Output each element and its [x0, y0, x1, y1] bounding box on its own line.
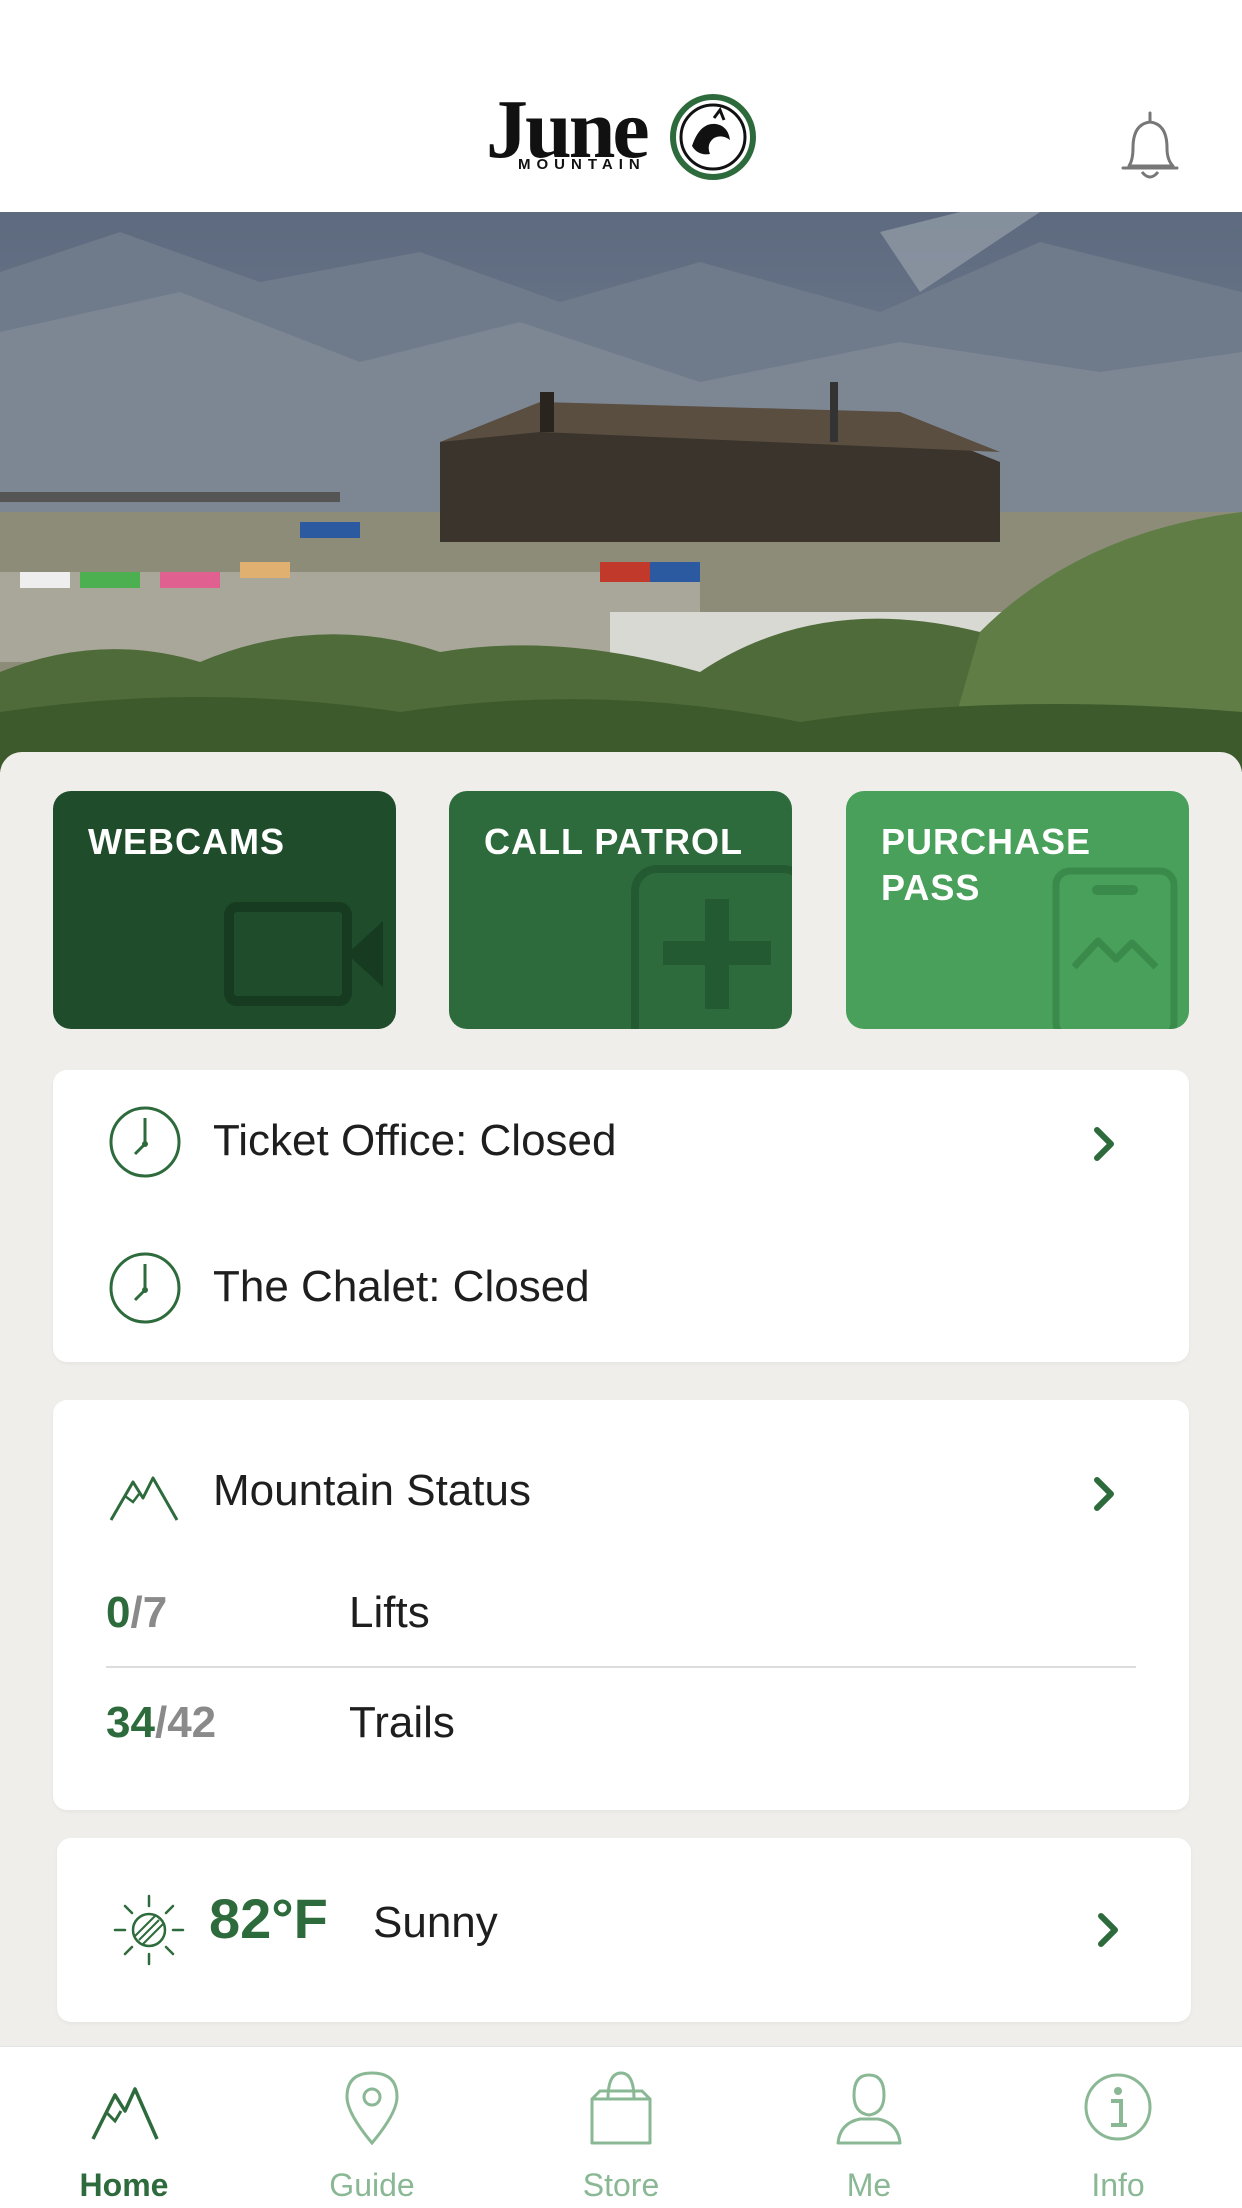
logo-badge-icon — [670, 94, 756, 180]
tab-me[interactable]: Me — [745, 2047, 993, 2208]
mountain-status-card[interactable]: Mountain Status 0/7 Lifts 34/42 Trails — [53, 1400, 1189, 1810]
tab-store-label: Store — [582, 2167, 660, 2203]
bell-icon[interactable] — [1115, 108, 1185, 188]
clock-icon — [109, 1252, 181, 1324]
mountain-status-title: Mountain Status — [213, 1466, 531, 1515]
shopping-bag-icon — [590, 2071, 652, 2145]
webcams-label: WEBCAMS — [88, 821, 285, 862]
hero-photo — [0, 212, 1242, 772]
tab-home-label: Home — [79, 2167, 169, 2203]
tab-me-label: Me — [846, 2167, 892, 2203]
temperature: 82°F — [209, 1887, 328, 1950]
weather-card[interactable]: 82°F Sunny — [57, 1838, 1191, 2022]
webcams-tile[interactable]: WEBCAMS — [53, 791, 396, 1029]
call-patrol-tile[interactable]: CALL PATROL — [449, 791, 792, 1029]
person-icon — [836, 2073, 902, 2145]
hours-card: Ticket Office: Closed The Chalet: Closed — [53, 1070, 1189, 1362]
ticket-office-row[interactable]: Ticket Office: Closed — [53, 1070, 1189, 1216]
trails-open-count: 34 — [106, 1698, 155, 1747]
bottom-tab-bar: Home Guide Store Me Info — [0, 2046, 1242, 2208]
chalet-label: The Chalet: Closed — [213, 1262, 590, 1311]
chevron-right-icon[interactable] — [1089, 1124, 1119, 1164]
weather-condition: Sunny — [373, 1898, 498, 1947]
phone-pass-icon — [1052, 867, 1178, 1029]
lifts-open-count: 0 — [106, 1588, 131, 1637]
purchase-pass-tile[interactable]: PURCHASE PASS — [846, 791, 1189, 1029]
tab-info[interactable]: Info — [994, 2047, 1242, 2208]
tab-guide[interactable]: Guide — [248, 2047, 496, 2208]
clock-icon — [109, 1106, 181, 1178]
info-icon — [1084, 2073, 1152, 2141]
tab-info-label: Info — [1091, 2167, 1145, 2203]
divider — [106, 1666, 1136, 1668]
mountain-icon — [91, 2087, 159, 2140]
trails-total-count: 42 — [167, 1698, 217, 1747]
lifts-total-count: 7 — [142, 1588, 168, 1637]
chevron-right-icon[interactable] — [1089, 1474, 1119, 1514]
trails-label: Trails — [349, 1698, 455, 1747]
call-patrol-label: CALL PATROL — [484, 821, 743, 862]
lifts-count: 0/7 — [106, 1588, 167, 1638]
map-pin-icon — [345, 2071, 399, 2145]
mountain-icon — [109, 1476, 179, 1521]
chevron-right-icon[interactable] — [1093, 1910, 1123, 1950]
trails-count: 34/42 — [106, 1698, 216, 1748]
logo-subtitle: MOUNTAIN — [518, 156, 646, 173]
lifts-separator: / — [130, 1588, 143, 1637]
medical-cross-icon — [631, 865, 792, 1029]
sun-icon — [113, 1894, 185, 1966]
june-mountain-logo: June MOUNTAIN — [486, 88, 756, 184]
app-header: June MOUNTAIN — [0, 0, 1242, 212]
video-camera-icon — [224, 902, 383, 1006]
trails-separator: / — [154, 1698, 168, 1747]
tab-store[interactable]: Store — [497, 2047, 745, 2208]
tab-guide-label: Guide — [329, 2167, 415, 2203]
ticket-office-label: Ticket Office: Closed — [213, 1116, 617, 1165]
lifts-label: Lifts — [349, 1588, 430, 1637]
chalet-row: The Chalet: Closed — [53, 1216, 1189, 1362]
tab-home[interactable]: Home — [0, 2047, 248, 2208]
